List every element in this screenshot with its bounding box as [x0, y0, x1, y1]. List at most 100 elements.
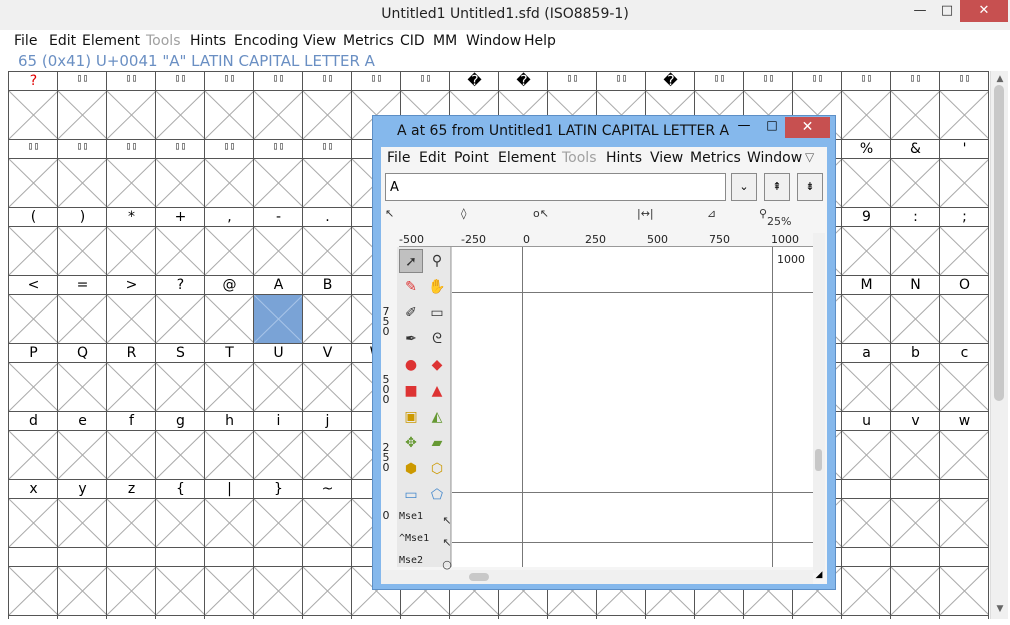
magnify-tool-icon[interactable]: ⚲ — [425, 249, 449, 273]
glyph-cell[interactable] — [940, 227, 989, 275]
glyph-cell[interactable] — [107, 159, 156, 207]
spiro-tool-icon[interactable]: ᘓ — [425, 327, 449, 351]
menu-mm[interactable]: MM — [433, 33, 457, 49]
pen-tool-icon[interactable]: ✒ — [399, 327, 423, 351]
glyph-cell[interactable] — [156, 363, 205, 411]
curve-point-tool-icon[interactable]: ● — [399, 353, 423, 377]
glyph-cell[interactable] — [156, 91, 205, 139]
glyph-cell[interactable] — [254, 567, 303, 615]
glyph-cell[interactable] — [303, 363, 352, 411]
ruler-tool-icon[interactable]: ▭ — [425, 301, 449, 325]
glyph-cell[interactable] — [254, 431, 303, 479]
gw-menu-file[interactable]: File — [387, 150, 410, 166]
gw-menu-window[interactable]: Window — [747, 150, 802, 166]
glyph-cell[interactable] — [9, 567, 58, 615]
glyph-cell[interactable] — [891, 159, 940, 207]
resize-grip-icon[interactable]: ◢ — [813, 570, 825, 584]
glyph-cell[interactable] — [107, 567, 156, 615]
menu-hints[interactable]: Hints — [190, 33, 226, 49]
corner-point-tool-icon[interactable]: ■ — [399, 379, 423, 403]
glyph-name-input[interactable] — [385, 173, 726, 201]
glyph-cell[interactable] — [891, 499, 940, 547]
menu-encoding[interactable]: Encoding — [234, 33, 299, 49]
glyph-cell[interactable] — [891, 567, 940, 615]
gw-menu-view[interactable]: View — [650, 150, 683, 166]
glyph-cell[interactable] — [842, 91, 891, 139]
menu-window[interactable]: Window — [466, 33, 521, 49]
glyph-cell[interactable] — [58, 499, 107, 547]
glyph-cell[interactable] — [303, 431, 352, 479]
glyph-cell[interactable] — [940, 363, 989, 411]
glyph-cell[interactable] — [842, 567, 891, 615]
glyph-cell[interactable] — [107, 431, 156, 479]
rectangle-tool-icon[interactable]: ▭ — [399, 483, 423, 507]
glyph-window-maximize-button[interactable]: □ — [761, 118, 783, 138]
chevron-down-icon[interactable]: ⌄ — [731, 173, 757, 201]
flip-tool-icon[interactable]: ◭ — [425, 405, 449, 429]
knife-tool-icon[interactable]: ✐ — [399, 301, 423, 325]
glyph-cell[interactable] — [156, 567, 205, 615]
glyph-cell[interactable] — [940, 499, 989, 547]
glyph-cell[interactable] — [205, 499, 254, 547]
glyph-cell[interactable] — [205, 363, 254, 411]
perspective-tool-icon[interactable]: ⬡ — [425, 457, 449, 481]
menu-element[interactable]: Element — [82, 33, 140, 49]
glyph-cell[interactable] — [156, 295, 205, 343]
glyph-cell[interactable] — [156, 431, 205, 479]
glyph-cell[interactable] — [205, 295, 254, 343]
menu-edit[interactable]: Edit — [49, 33, 76, 49]
gw-menu-hints[interactable]: Hints — [606, 150, 642, 166]
scale-tool-icon[interactable]: ▣ — [399, 405, 423, 429]
glyph-cell[interactable] — [58, 363, 107, 411]
scroll-down-arrow-icon[interactable]: ▼ — [991, 601, 1009, 617]
glyph-cell[interactable] — [303, 295, 352, 343]
glyph-cell[interactable] — [205, 227, 254, 275]
pointer-tool-icon[interactable]: ➚ — [399, 249, 423, 273]
glyph-cell[interactable] — [891, 91, 940, 139]
glyph-cell[interactable] — [891, 295, 940, 343]
menu-view[interactable]: View — [303, 33, 336, 49]
freehand-tool-icon[interactable]: ✎ — [399, 275, 423, 299]
glyph-cell[interactable] — [9, 159, 58, 207]
glyph-cell[interactable] — [940, 431, 989, 479]
glyph-window-minimize-button[interactable]: — — [733, 118, 755, 138]
gw-menu-edit[interactable]: Edit — [419, 150, 446, 166]
minimize-button[interactable]: — — [905, 0, 935, 22]
glyph-cell[interactable] — [9, 295, 58, 343]
glyph-cell[interactable] — [58, 295, 107, 343]
glyph-cell[interactable] — [156, 159, 205, 207]
glyph-cell[interactable] — [205, 567, 254, 615]
glyph-cell[interactable] — [58, 227, 107, 275]
glyph-cell[interactable] — [303, 567, 352, 615]
glyph-cell[interactable] — [58, 431, 107, 479]
glyph-cell[interactable] — [303, 227, 352, 275]
menu-metrics[interactable]: Metrics — [343, 33, 394, 49]
maximize-button[interactable]: □ — [932, 0, 962, 22]
menu-file[interactable]: File — [14, 33, 37, 49]
glyph-cell[interactable] — [891, 363, 940, 411]
glyph-cell[interactable] — [940, 159, 989, 207]
glyph-cell[interactable] — [58, 567, 107, 615]
glyph-cell[interactable] — [107, 227, 156, 275]
glyph-cell[interactable] — [254, 159, 303, 207]
scroll-thumb[interactable] — [994, 85, 1004, 401]
glyph-cell[interactable] — [842, 227, 891, 275]
glyph-cell[interactable] — [205, 91, 254, 139]
glyph-cell[interactable] — [842, 431, 891, 479]
glyph-window-vertical-scrollbar[interactable] — [813, 233, 825, 573]
glyph-edit-canvas[interactable] — [451, 247, 814, 567]
glyph-cell[interactable] — [842, 499, 891, 547]
glyph-cell[interactable] — [940, 91, 989, 139]
tangent-point-tool-icon[interactable]: ▲ — [425, 379, 449, 403]
gw-menu-metrics[interactable]: Metrics — [690, 150, 741, 166]
glyph-cell[interactable] — [891, 431, 940, 479]
close-button[interactable]: ✕ — [960, 0, 1008, 22]
glyph-cell[interactable] — [842, 363, 891, 411]
glyph-cell[interactable] — [9, 91, 58, 139]
skew-tool-icon[interactable]: ▰ — [425, 431, 449, 455]
main-vertical-scrollbar[interactable]: ▲ ▼ — [990, 71, 1008, 619]
glyph-cell[interactable] — [303, 159, 352, 207]
glyph-cell[interactable] — [254, 363, 303, 411]
menu-cid[interactable]: CID — [400, 33, 425, 49]
glyph-cell[interactable] — [940, 295, 989, 343]
